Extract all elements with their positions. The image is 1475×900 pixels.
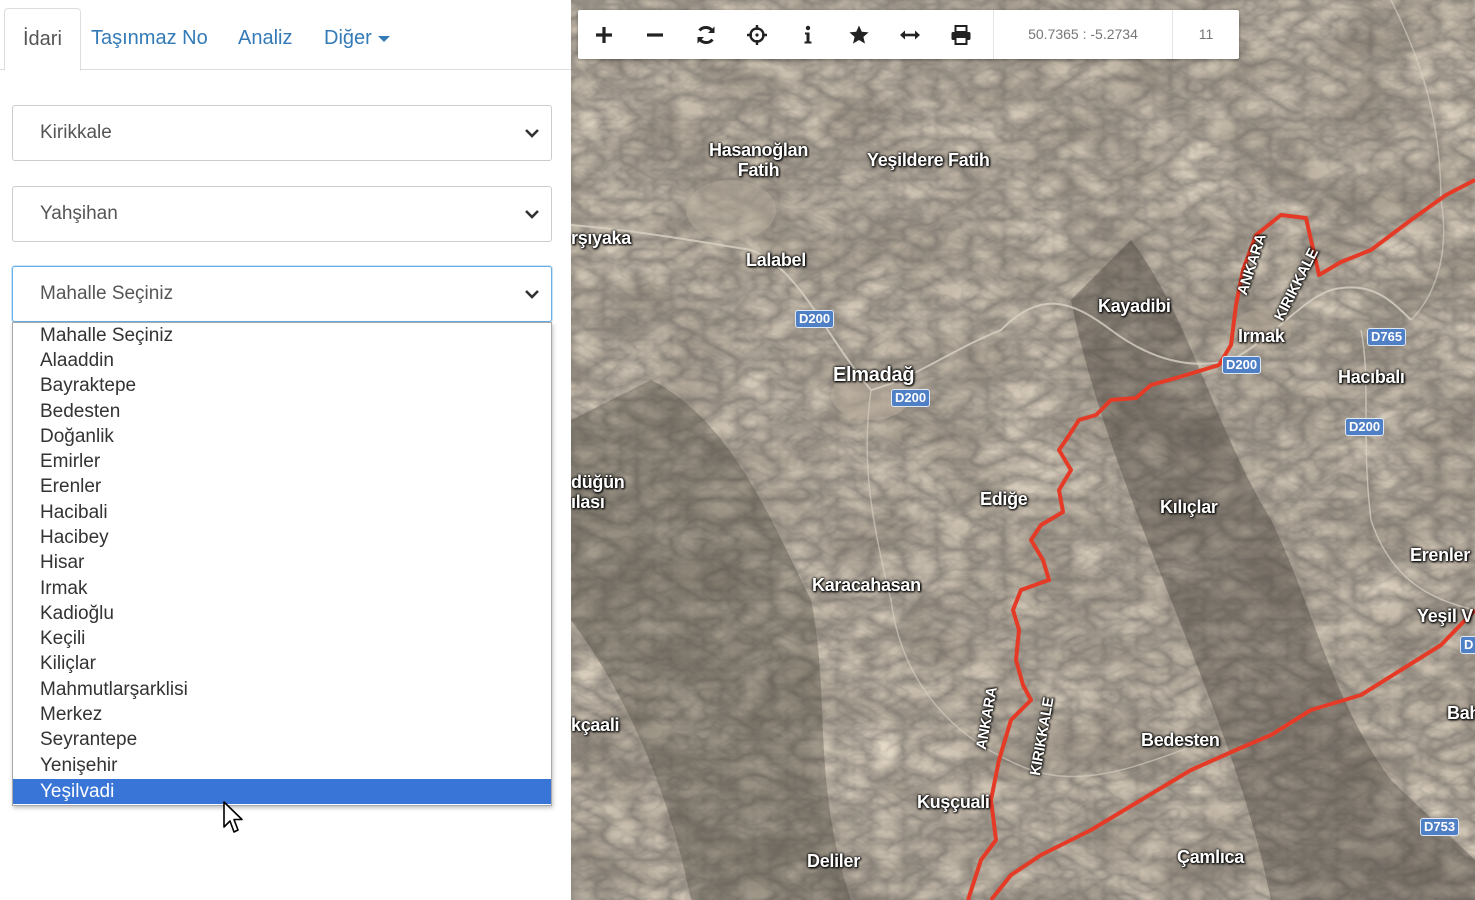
neighborhood-select-value: Mahalle Seçiniz (40, 283, 174, 304)
neighborhood-select[interactable]: Mahalle Seçiniz (12, 266, 552, 322)
map-label: Bedesten (1141, 730, 1220, 750)
map-label: kçaali (571, 715, 620, 735)
map-label: Kuşçuali (917, 792, 990, 812)
dropdown-option[interactable]: Kiliçlar (13, 651, 551, 676)
map-label: Kılıçlar (1160, 497, 1218, 517)
chevron-down-icon (525, 129, 539, 138)
crosshair-icon (746, 24, 767, 45)
map-label: Hacıbalı (1338, 367, 1405, 387)
tab-analiz[interactable]: Analiz (220, 8, 310, 71)
map-label: Hasanoğlan Fatih (709, 140, 809, 180)
locate-button[interactable] (731, 10, 782, 59)
plus-icon (595, 26, 612, 43)
print-button[interactable] (935, 10, 986, 59)
dropdown-option[interactable]: Emirler (13, 449, 551, 474)
refresh-icon (697, 25, 714, 44)
minus-icon (646, 32, 663, 37)
zoom-out-button[interactable] (629, 10, 680, 59)
refresh-button[interactable] (680, 10, 731, 59)
favorite-button[interactable] (833, 10, 884, 59)
coordinates-readout: 50.7365 : -5.2734 (993, 10, 1173, 59)
dropdown-option[interactable]: Yenişehir (13, 753, 551, 778)
chevron-down-icon (525, 210, 539, 219)
map-label: Yeşildere Fatih (867, 150, 990, 170)
info-button[interactable] (782, 10, 833, 59)
dropdown-option[interactable]: Hisar (13, 550, 551, 575)
print-icon (951, 24, 970, 45)
map-label: Çamlıca (1177, 847, 1244, 867)
road-shield: D200 (795, 310, 835, 328)
map-label: Karacahasan (812, 575, 921, 595)
star-icon (848, 25, 869, 44)
dropdown-option[interactable]: Merkez (13, 702, 551, 727)
map-view[interactable]: Hasanoğlan Fatih Yeşildere Fatih rşıyaka… (571, 0, 1475, 900)
tab-bar: İdari Taşınmaz No Analiz Diğer (0, 0, 571, 71)
dropdown-option[interactable]: Mahmutlarşarklisi (13, 677, 551, 702)
dropdown-option[interactable]: Doğanlik (13, 424, 551, 449)
neighborhood-dropdown-list: Mahalle Seçiniz Alaaddin Bayraktepe Bede… (12, 322, 552, 806)
dropdown-option[interactable]: Bayraktepe (13, 373, 551, 398)
chevron-down-icon (525, 290, 539, 299)
dropdown-option[interactable]: Kadioğlu (13, 601, 551, 626)
dropdown-option[interactable]: Erenler (13, 474, 551, 499)
road-shield: D765 (1367, 328, 1407, 346)
map-label: Ediğe (980, 489, 1028, 509)
map-label: Yeşil V (1417, 606, 1473, 626)
info-icon (804, 25, 811, 43)
dropdown-option[interactable]: Irmak (13, 576, 551, 601)
road-shield: D200 (1345, 418, 1385, 436)
measure-button[interactable] (884, 10, 935, 59)
province-select-value: Kirikkale (40, 122, 112, 143)
caret-down-icon (377, 35, 390, 42)
dropdown-option[interactable]: Alaaddin (13, 348, 551, 373)
district-select-value: Yahşihan (40, 203, 118, 224)
left-panel: İdari Taşınmaz No Analiz Diğer Kirikkale… (0, 0, 571, 900)
tab-idari[interactable]: İdari (4, 8, 81, 71)
map-label: Irmak (1238, 326, 1285, 346)
tab-tasinmaz-no[interactable]: Taşınmaz No (73, 8, 226, 71)
district-select[interactable]: Yahşihan (12, 186, 552, 242)
dropdown-option[interactable]: Hacibali (13, 500, 551, 525)
map-label: Erenler (1410, 545, 1470, 565)
satellite-imagery (571, 0, 1475, 900)
map-label: Kayadibi (1098, 296, 1171, 316)
tab-diger-label: Diğer (324, 27, 372, 49)
map-label: düğün ılası (571, 472, 625, 512)
dropdown-option[interactable]: Seyrantepe (13, 727, 551, 752)
map-label: Deliler (807, 851, 860, 871)
measure-icon (899, 30, 920, 39)
dropdown-option[interactable]: Hacibey (13, 525, 551, 550)
zoom-in-button[interactable] (578, 10, 629, 59)
map-label: rşıyaka (571, 228, 631, 248)
map-toolbar: 50.7365 : -5.2734 11 (578, 10, 1239, 59)
zoom-level-readout: 11 (1198, 26, 1214, 42)
road-shield: D (1460, 636, 1475, 654)
dropdown-option[interactable]: Keçili (13, 626, 551, 651)
road-shield: D753 (1420, 818, 1460, 836)
road-shield: D200 (1222, 356, 1262, 374)
map-label: Elmadağ (833, 364, 915, 386)
map-label: Bahş (1447, 703, 1475, 723)
tab-diger[interactable]: Diğer (306, 8, 408, 71)
map-label: Lalabel (746, 250, 806, 270)
dropdown-option-highlighted[interactable]: Yeşilvadi (13, 779, 551, 804)
road-shield: D200 (891, 389, 931, 407)
province-select[interactable]: Kirikkale (12, 105, 552, 161)
dropdown-option[interactable]: Bedesten (13, 399, 551, 424)
dropdown-option[interactable]: Mahalle Seçiniz (13, 323, 551, 348)
